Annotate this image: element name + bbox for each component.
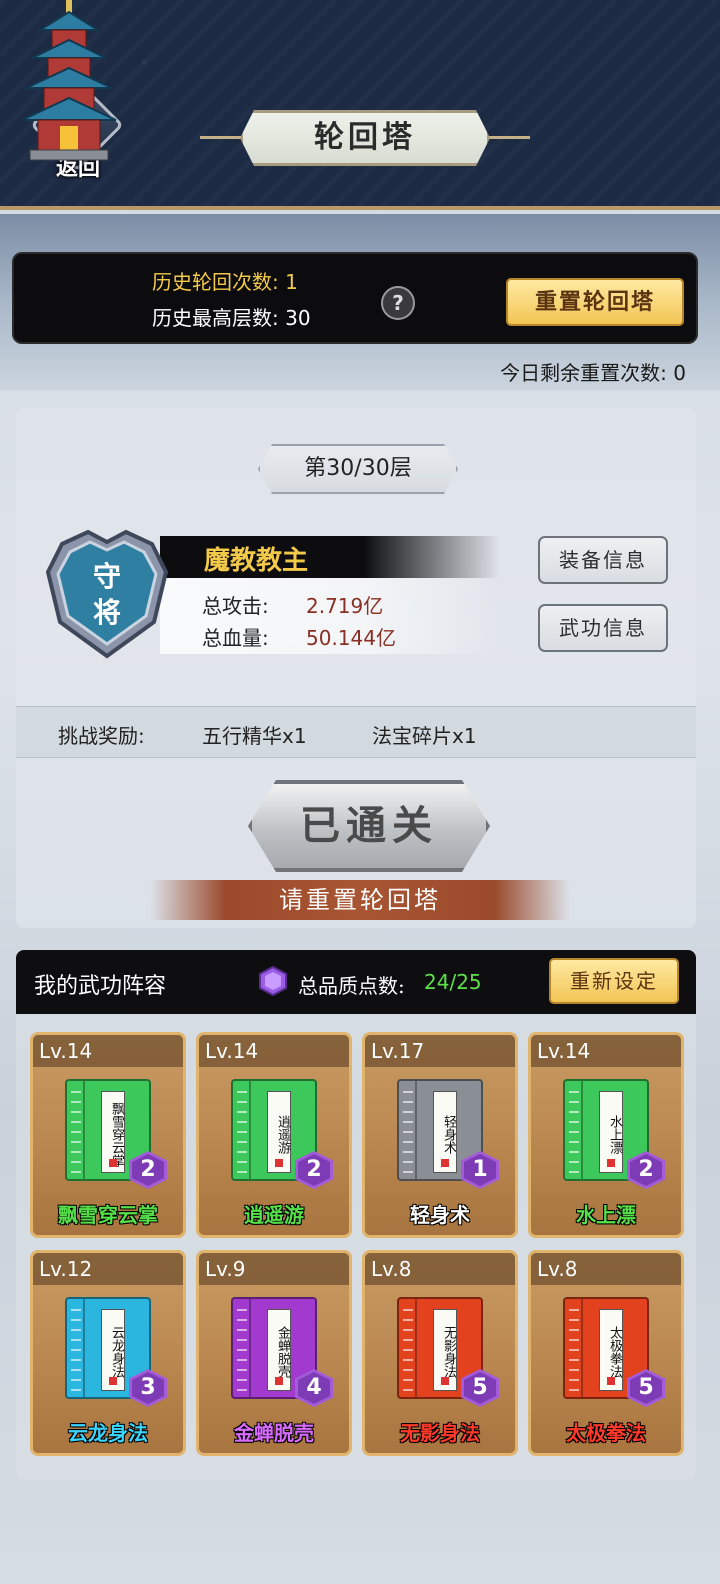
remaining-resets: 今日剩余重置次数: 0 [500,361,686,385]
pagoda-icon [22,0,117,161]
skill-card[interactable]: Lv.14 水上漂 2 水上漂 [528,1032,684,1238]
grade-value: 3 [140,1375,156,1400]
skill-level: Lv.12 [33,1253,183,1285]
book-seal [109,1377,117,1385]
book-spine [399,1081,417,1179]
grade-value: 5 [638,1375,654,1400]
title-ornament-right [488,136,530,139]
skill-name: 太极拳法 [566,1421,646,1445]
reset-tower-button[interactable]: 重置轮回塔 [506,278,684,326]
book-spine [67,1299,85,1397]
skill-name: 云龙身法 [68,1421,148,1445]
skill-name: 轻身术 [410,1203,470,1227]
reward-item: 五行精华x1 [202,724,307,748]
skill-level: Lv.14 [199,1035,349,1067]
skill-level: Lv.8 [531,1253,681,1285]
grade-value: 4 [306,1375,322,1400]
shield-text-1: 守 [93,560,121,593]
title-banner: 轮回塔 [200,108,530,168]
book-seal [441,1159,449,1167]
book-spine [565,1299,583,1397]
book-seal [607,1377,615,1385]
grade-value: 1 [472,1157,488,1182]
skill-name: 飘雪穿云掌 [58,1203,158,1227]
skill-info-button[interactable]: 武功信息 [538,604,668,652]
skill-name: 水上漂 [576,1203,636,1227]
skill-name: 金蝉脱壳 [234,1421,314,1445]
skill-card[interactable]: Lv.8 太极拳法 5 太极拳法 [528,1250,684,1456]
book-spine [565,1081,583,1179]
quality-value: 24/25 [424,970,482,994]
skill-level: Lv.14 [531,1035,681,1067]
attack-label: 总攻击: [202,594,269,618]
skill-card[interactable]: Lv.9 金蝉脱壳 4 金蝉脱壳 [196,1250,352,1456]
cleared-button[interactable]: 已通关 [248,780,490,872]
book-spine [399,1299,417,1397]
guard-shield-icon: 守 将 [45,529,169,659]
book-seal [109,1159,117,1167]
page-title: 轮回塔 [314,120,416,155]
skill-name: 无影身法 [400,1421,480,1445]
grade-value: 2 [306,1157,322,1182]
book-seal [441,1377,449,1385]
shield-text-2: 将 [93,596,121,629]
reward-label: 挑战奖励: [58,724,145,748]
skill-level: Lv.17 [365,1035,515,1067]
quality-label: 总品质点数: [298,974,405,998]
title-ornament-left [200,136,242,139]
boss-name: 魔教教主 [204,546,309,576]
skill-card[interactable]: Lv.17 轻身术 1 轻身术 [362,1032,518,1238]
grade-value: 5 [472,1375,488,1400]
book-seal [607,1159,615,1167]
skill-name: 逍遥游 [244,1203,304,1227]
quality-gem-icon [259,966,287,996]
help-icon[interactable]: ? [381,286,415,320]
book-spine [233,1081,251,1179]
skill-card[interactable]: Lv.8 无影身法 5 无影身法 [362,1250,518,1456]
reward-item: 法宝碎片x1 [372,724,477,748]
skill-card[interactable]: Lv.14 飘雪穿云掌 2 飘雪穿云掌 [30,1032,186,1238]
book-spine [233,1299,251,1397]
skill-card[interactable]: Lv.12 云龙身法 3 云龙身法 [30,1250,186,1456]
reset-hint: 请重置轮回塔 [279,886,441,914]
skill-card[interactable]: Lv.14 逍遥游 2 逍遥游 [196,1032,352,1238]
history-max-floor: 历史最高层数: 30 [152,306,311,330]
grade-value: 2 [638,1157,654,1182]
book-spine [67,1081,85,1179]
hp-value: 50.144亿 [306,626,396,650]
book-seal [275,1159,283,1167]
skill-level: Lv.14 [33,1035,183,1067]
attack-value: 2.719亿 [306,594,384,618]
floor-indicator: 第30/30层 [304,456,412,481]
history-count: 历史轮回次数: 1 [152,270,298,294]
grade-value: 2 [140,1157,156,1182]
hp-label: 总血量: [202,626,269,650]
equip-info-button[interactable]: 装备信息 [538,536,668,584]
skill-level: Lv.8 [365,1253,515,1285]
skills-title: 我的武功阵容 [34,974,167,999]
book-seal [275,1377,283,1385]
reset-skills-button[interactable]: 重新设定 [549,958,679,1004]
skill-level: Lv.9 [199,1253,349,1285]
